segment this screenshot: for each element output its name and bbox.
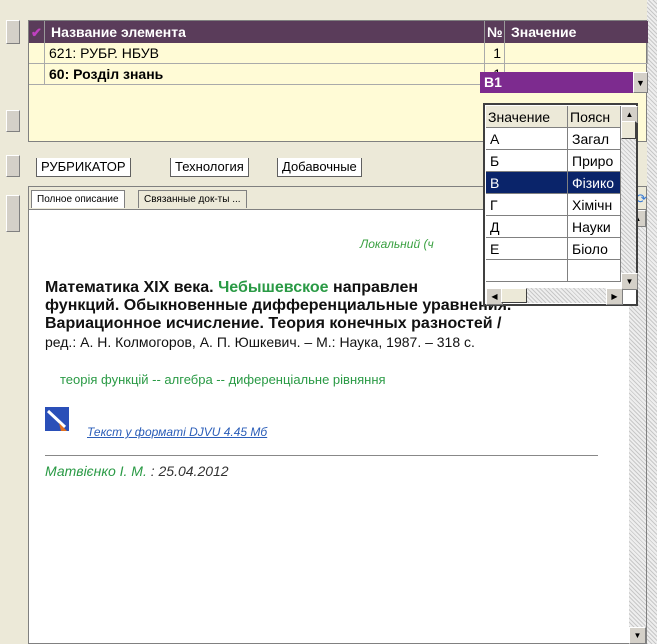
dropdown-vertical-scrollbar[interactable]: ▲ ▼ [621, 106, 638, 290]
dropdown-item-code[interactable]: Г [486, 194, 568, 216]
column-header-value[interactable]: Значение [505, 21, 648, 43]
arrow-left-icon: ◀ [491, 292, 498, 301]
tab-additional[interactable]: Добавочные [277, 158, 362, 177]
description-line-4: ред.: А. Н. Колмогоров, А. П. Юшкевич. –… [45, 334, 475, 350]
top-bar [0, 0, 657, 12]
dropdown-item-desc[interactable] [568, 260, 621, 282]
row-indicator[interactable] [29, 64, 45, 85]
dropdown-item-code[interactable]: Д [486, 216, 568, 238]
author-name: Матвієнко І. М. [45, 463, 147, 479]
tab-technology[interactable]: Технология [170, 158, 249, 177]
tab-rubrikator[interactable]: РУБРИКАТОР [36, 158, 131, 177]
splitter-handle[interactable] [6, 155, 20, 177]
arrow-down-icon: ▼ [633, 631, 642, 640]
dropdown-item-code[interactable]: А [486, 128, 568, 150]
separator [45, 455, 598, 456]
author-line: Матвієнко І. М. : 25.04.2012 [45, 463, 229, 479]
row-num-cell[interactable]: 1 [485, 43, 505, 64]
description-line-3: Вариационное исчисление. Теория конечных… [45, 315, 502, 332]
dropdown-scroll-thumb[interactable] [621, 121, 636, 139]
grid-header-indicator: ✔ [29, 21, 45, 43]
dropdown-item-desc[interactable]: Біоло [568, 238, 621, 260]
row-name-cell[interactable]: 621: РУБР. НБУВ [45, 43, 485, 64]
local-tag: Локальний (ч [360, 237, 434, 251]
dropdown-item-desc[interactable]: Приро [568, 150, 621, 172]
dropdown-item-code[interactable] [486, 260, 568, 282]
arrow-down-icon: ▼ [625, 277, 634, 286]
arrow-up-icon: ▲ [625, 110, 634, 119]
dropdown-item-desc-selected[interactable]: Фізико [568, 172, 621, 194]
file-icon[interactable] [45, 407, 69, 431]
tab-related-docs[interactable]: Связанные док-ты ... [138, 190, 247, 208]
value-dropdown-list[interactable]: Значение Поясн А Загал Б Приро В Фізико … [483, 103, 638, 306]
column-header-name[interactable]: Название элемента [45, 21, 485, 43]
subject-headings[interactable]: теорія функцій -- алгебра -- диференціал… [60, 372, 386, 387]
chevron-down-icon: ▼ [636, 78, 645, 88]
dropdown-hscroll-thumb[interactable] [501, 288, 527, 303]
dropdown-item-code[interactable]: Е [486, 238, 568, 260]
left-strip [0, 0, 28, 644]
splitter-handle[interactable] [6, 110, 20, 132]
combobox-dropdown-button[interactable]: ▼ [633, 72, 648, 93]
title-text: направлен [333, 279, 419, 296]
column-header-num[interactable]: № [485, 21, 505, 43]
arrow-right-icon: ▶ [611, 292, 618, 301]
author-date: : 25.04.2012 [150, 463, 229, 479]
dropdown-header-desc[interactable]: Поясн [568, 106, 621, 128]
tab-full-description[interactable]: Полное описание [31, 190, 125, 208]
right-strip [647, 0, 657, 644]
dropdown-scroll-down[interactable]: ▼ [621, 273, 638, 290]
row-value-cell[interactable] [505, 43, 648, 64]
dropdown-item-desc[interactable]: Науки [568, 216, 621, 238]
splitter-handle[interactable] [6, 195, 20, 232]
dropdown-item-code-selected[interactable]: В [486, 172, 568, 194]
dropdown-item-desc[interactable]: Загал [568, 128, 621, 150]
file-download-link[interactable]: Текст у форматі DJVU 4.45 Мб [87, 425, 267, 439]
splitter-handle[interactable] [6, 20, 20, 44]
title-keyword[interactable]: Чебышевское [218, 279, 329, 296]
value-combobox[interactable]: В1 [480, 72, 648, 93]
check-icon: ✔ [31, 25, 42, 40]
dropdown-scroll-right[interactable]: ▶ [606, 288, 623, 305]
row-name-cell[interactable]: 60: Розділ знань [45, 64, 485, 85]
row-indicator[interactable] [29, 43, 45, 64]
dropdown-item-code[interactable]: Б [486, 150, 568, 172]
dropdown-item-desc[interactable]: Хімічн [568, 194, 621, 216]
dropdown-header-value[interactable]: Значение [486, 106, 568, 128]
dropdown-horizontal-scrollbar[interactable]: ◀ ▶ [486, 288, 623, 305]
scroll-down-button[interactable]: ▼ [629, 627, 646, 644]
title-text: Математика XIX века. [45, 279, 214, 296]
